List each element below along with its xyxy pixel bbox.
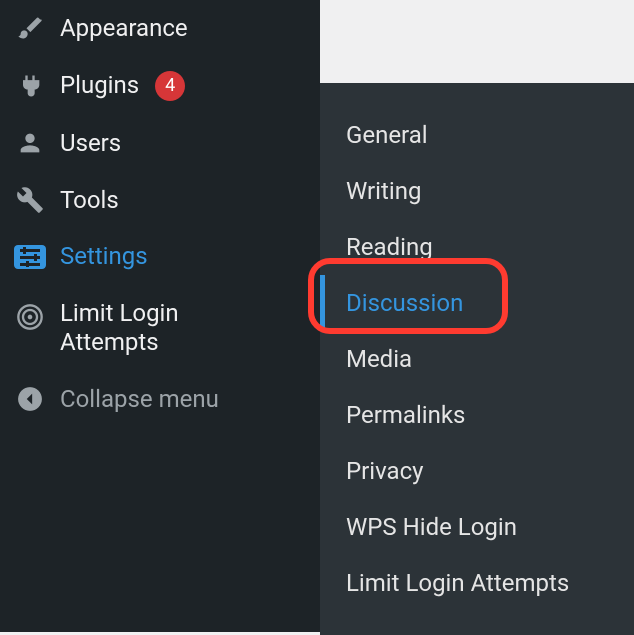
- target-icon: [14, 303, 46, 331]
- sidebar-item-label: Appearance: [60, 14, 188, 43]
- sidebar-item-label: Settings: [60, 242, 148, 271]
- collapse-label: Collapse menu: [60, 385, 219, 414]
- user-icon: [14, 129, 46, 157]
- sidebar-item-label: Tools: [60, 186, 119, 215]
- sidebar-item-label: Users: [60, 129, 121, 158]
- submenu-item-general[interactable]: General: [320, 107, 634, 163]
- sidebar-item-plugins[interactable]: Plugins 4: [0, 57, 320, 115]
- sidebar-item-tools[interactable]: Tools: [0, 172, 320, 229]
- sidebar-item-label: Plugins: [60, 71, 139, 100]
- submenu-item-reading[interactable]: Reading: [320, 219, 634, 275]
- update-badge: 4: [155, 71, 185, 101]
- collapse-menu-button[interactable]: Collapse menu: [0, 371, 320, 428]
- collapse-icon: [14, 386, 46, 412]
- sidebar-item-settings[interactable]: Settings: [0, 228, 320, 285]
- wrench-icon: [14, 186, 46, 214]
- sidebar-item-users[interactable]: Users: [0, 115, 320, 172]
- sidebar-item-limit-login[interactable]: Limit Login Attempts: [0, 285, 320, 371]
- sidebar-item-label: Limit Login Attempts: [60, 299, 280, 357]
- submenu-item-permalinks[interactable]: Permalinks: [320, 387, 634, 443]
- sliders-icon: [14, 245, 46, 269]
- submenu-item-limit-login-attempts[interactable]: Limit Login Attempts: [320, 555, 634, 611]
- submenu-item-privacy[interactable]: Privacy: [320, 443, 634, 499]
- admin-sidebar: Appearance Plugins 4 Users Tools Setting…: [0, 0, 320, 632]
- submenu-item-writing[interactable]: Writing: [320, 163, 634, 219]
- brush-icon: [14, 14, 46, 42]
- submenu-item-media[interactable]: Media: [320, 331, 634, 387]
- plug-icon: [14, 72, 46, 100]
- submenu-item-wps-hide-login[interactable]: WPS Hide Login: [320, 499, 634, 555]
- sidebar-item-appearance[interactable]: Appearance: [0, 0, 320, 57]
- settings-submenu: General Writing Reading Discussion Media…: [320, 83, 634, 635]
- submenu-item-discussion[interactable]: Discussion: [320, 275, 634, 331]
